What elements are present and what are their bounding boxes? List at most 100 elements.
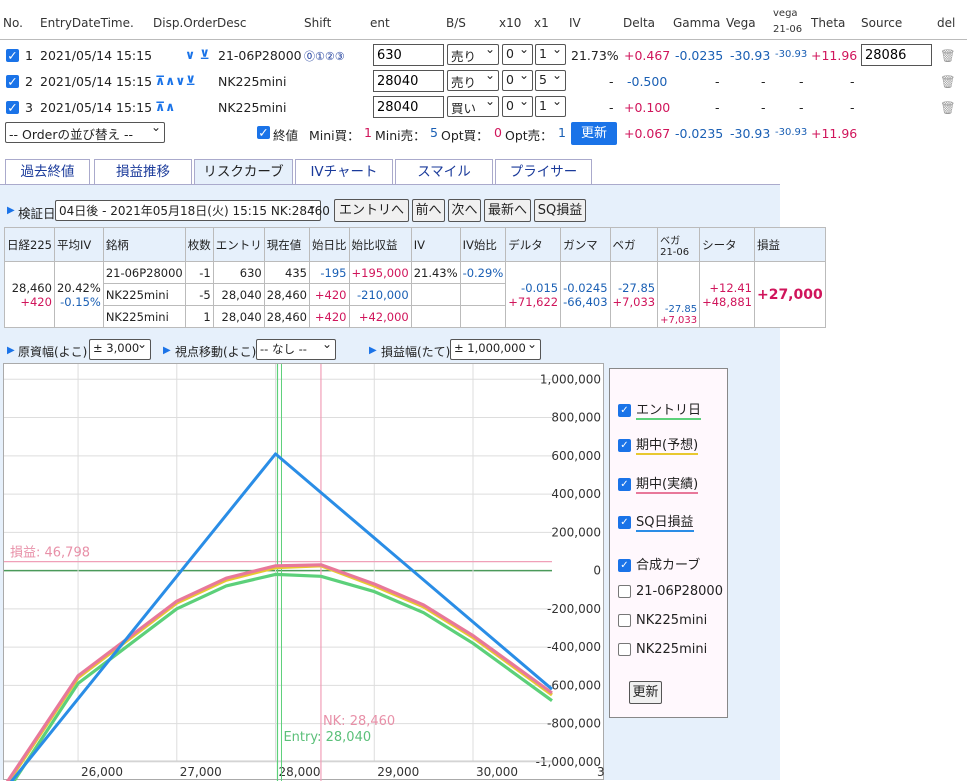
sq-pnl-button[interactable]: SQ損益 bbox=[534, 199, 586, 222]
row-no: 2 bbox=[25, 74, 33, 89]
legend-checkbox[interactable] bbox=[618, 614, 631, 627]
col-entry: EntryDateTime. bbox=[40, 16, 134, 30]
total-vega: -30.93 bbox=[730, 126, 771, 141]
mini-buy-label: Mini買： bbox=[309, 128, 360, 143]
legend-checkbox[interactable]: ✓ bbox=[618, 478, 631, 491]
col-no: No. bbox=[3, 16, 23, 30]
tab-pricer[interactable]: プライサー bbox=[495, 159, 592, 184]
vega-amount: +7,033 bbox=[612, 294, 656, 309]
legend-checkbox[interactable] bbox=[618, 585, 631, 598]
legend-checkbox[interactable]: ✓ bbox=[618, 404, 631, 417]
order-sort-select[interactable]: -- Orderの並び替え -- bbox=[5, 120, 165, 143]
row-vega2: - bbox=[799, 74, 804, 89]
grid-header: 日経225 bbox=[4, 227, 55, 262]
tab-smile[interactable]: スマイル bbox=[395, 159, 493, 184]
x-range-select[interactable]: ± 3,000 bbox=[89, 337, 151, 360]
col-source: Source bbox=[861, 16, 903, 30]
y-tick-label: -1,000,000 bbox=[536, 755, 601, 769]
verify-date-select[interactable]: 04日後 - 2021年05月18日(火) 15:15 NK:28460 bbox=[55, 198, 330, 221]
line-change: -195 bbox=[309, 261, 350, 284]
legend-label: 合成カーブ bbox=[636, 558, 701, 573]
update-button[interactable]: 更新 bbox=[571, 122, 617, 145]
row-delta: +0.100 bbox=[624, 100, 671, 115]
order-arrows[interactable]: ⊼∧∨⊻ bbox=[155, 73, 196, 88]
row-theta: +11.96 bbox=[811, 48, 858, 63]
row-checkbox[interactable]: ✓ bbox=[6, 101, 19, 114]
delete-icon[interactable]: 🗑 bbox=[940, 74, 956, 90]
x1-select[interactable]: 1 bbox=[535, 42, 566, 65]
row-checkbox[interactable]: ✓ bbox=[6, 49, 19, 62]
row-datetime: 2021/05/14 15:15 bbox=[40, 100, 153, 115]
delete-icon[interactable]: 🗑 bbox=[940, 48, 956, 64]
entry-price-input[interactable] bbox=[373, 70, 444, 92]
grid-header: ベガ 21-06 bbox=[657, 227, 701, 262]
buy-sell-select[interactable]: 売り bbox=[447, 42, 499, 65]
tab-pnl-trend[interactable]: 損益推移 bbox=[94, 159, 192, 184]
risk-curve-chart[interactable]: 1,000,000 800,000 600,000 400,000 200,000 0 -2… bbox=[3, 363, 605, 784]
line-name: 21-06P28000 bbox=[102, 261, 186, 284]
x10-select[interactable]: 0 bbox=[502, 94, 533, 117]
y-tick-label: 400,000 bbox=[551, 487, 601, 501]
col-desc: Desc bbox=[217, 16, 247, 30]
y-range-label: 損益幅(たて) bbox=[381, 345, 451, 359]
to-entry-button[interactable]: エントリへ bbox=[334, 199, 409, 222]
close-price-checkbox[interactable]: ✓ bbox=[257, 126, 270, 139]
legend-item-put[interactable]: 21-06P28000 bbox=[618, 584, 723, 599]
row-vega: - bbox=[761, 74, 766, 89]
legend-checkbox[interactable]: ✓ bbox=[618, 439, 631, 452]
row-vega: - bbox=[761, 100, 766, 115]
legend-item-mini2[interactable]: NK225mini bbox=[618, 642, 707, 657]
row-iv: - bbox=[609, 100, 614, 115]
opt-buy-count: 0 bbox=[494, 125, 502, 140]
buy-sell-select[interactable]: 売り bbox=[447, 68, 499, 91]
entry-price-input[interactable] bbox=[373, 44, 444, 66]
position-row-3: ✓ 3 2021/05/14 15:15 ⊼∧ NK225mini 買い 0 1… bbox=[0, 94, 967, 122]
legend-item-mini1[interactable]: NK225mini bbox=[618, 613, 707, 628]
legend-item-mid-actual[interactable]: ✓ 期中(実績) bbox=[618, 473, 699, 494]
shift-icons[interactable]: ⓪①②③ bbox=[304, 48, 345, 64]
line-iv-change: -0.29% bbox=[459, 261, 507, 284]
next-button[interactable]: 次へ bbox=[448, 199, 481, 222]
line-pnl: +195,000 bbox=[348, 261, 412, 284]
y-range-select[interactable]: ± 1,000,000 bbox=[450, 337, 541, 360]
row-desc: NK225mini bbox=[218, 100, 287, 115]
tab-risk-curve[interactable]: リスクカーブ bbox=[194, 159, 293, 184]
prev-button[interactable]: 前へ bbox=[412, 199, 445, 222]
opt-sell-label: Opt売： bbox=[505, 128, 553, 143]
x1-select[interactable]: 1 bbox=[535, 94, 566, 117]
legend-item-entry[interactable]: ✓ エントリ日 bbox=[618, 399, 702, 420]
legend-item-mid-expected[interactable]: ✓ 期中(予想) bbox=[618, 434, 699, 455]
entry-price-input[interactable] bbox=[373, 96, 444, 118]
x10-select[interactable]: 0 bbox=[502, 68, 533, 91]
view-shift-select[interactable]: -- なし -- bbox=[256, 337, 336, 360]
tab-past-close[interactable]: 過去終値 bbox=[5, 159, 90, 184]
legend-checkbox[interactable]: ✓ bbox=[618, 559, 631, 572]
row-datetime: 2021/05/14 15:15 bbox=[40, 74, 153, 89]
legend-checkbox[interactable] bbox=[618, 643, 631, 656]
avg-iv: 20.42% bbox=[56, 280, 101, 295]
order-arrows[interactable]: ∨ ⊻ bbox=[185, 47, 210, 62]
source-input[interactable] bbox=[861, 44, 932, 66]
row-delta: -0.500 bbox=[627, 74, 668, 89]
total-gamma-cell: -0.0245 bbox=[563, 280, 608, 295]
line-change: +420 bbox=[309, 305, 350, 328]
legend-label: 期中(実績) bbox=[636, 477, 699, 494]
latest-button[interactable]: 最新へ bbox=[484, 199, 531, 222]
y-tick-label: -200,000 bbox=[547, 602, 601, 616]
legend-checkbox[interactable]: ✓ bbox=[618, 516, 631, 529]
legend-update-button[interactable]: 更新 bbox=[629, 681, 662, 704]
total-pnl: +27,000 bbox=[753, 261, 826, 328]
row-desc: 21-06P28000 bbox=[218, 48, 302, 63]
row-no: 3 bbox=[25, 100, 33, 115]
row-checkbox[interactable]: ✓ bbox=[6, 75, 19, 88]
delete-icon[interactable]: 🗑 bbox=[940, 100, 956, 116]
legend-item-combined[interactable]: ✓ 合成カーブ bbox=[618, 554, 700, 573]
legend-item-sq[interactable]: ✓ SQ日損益 bbox=[618, 511, 694, 532]
col-disp: Disp.Order bbox=[153, 16, 218, 30]
x10-select[interactable]: 0 bbox=[502, 42, 533, 65]
legend-label: 期中(予想) bbox=[636, 438, 699, 455]
tab-iv-chart[interactable]: IVチャート bbox=[295, 159, 393, 184]
x1-select[interactable]: 5 bbox=[535, 68, 566, 91]
buy-sell-select[interactable]: 買い bbox=[447, 94, 499, 117]
order-arrows[interactable]: ⊼∧ bbox=[155, 99, 175, 114]
